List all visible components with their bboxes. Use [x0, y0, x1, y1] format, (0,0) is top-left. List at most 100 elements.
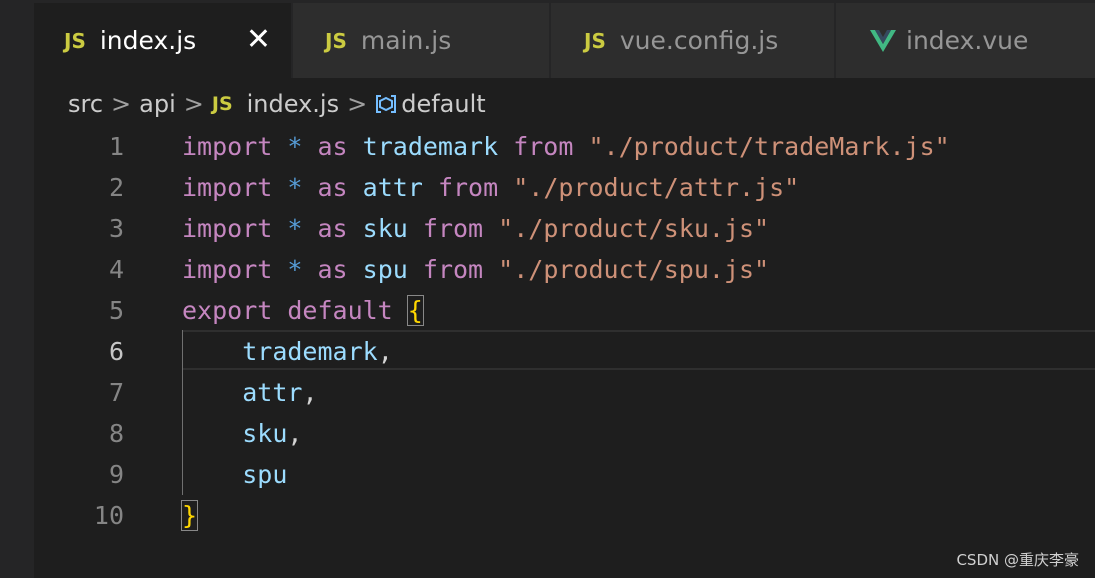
code-line[interactable]: 6 trademark,	[0, 331, 1095, 372]
js-file-icon: JS	[325, 28, 347, 53]
chevron-right-icon: >	[183, 90, 204, 118]
line-number: 5	[108, 296, 124, 325]
code-token: from	[422, 214, 484, 243]
breadcrumb: src > api > JS index.js > default	[68, 84, 486, 124]
line-number: 1	[108, 132, 124, 161]
code-token: as	[317, 214, 348, 243]
code-token: sku	[362, 214, 408, 243]
code-token: "./product/attr.js"	[513, 173, 800, 202]
code-token: from	[422, 255, 484, 284]
code-token: default	[287, 296, 393, 325]
code-token: trademark	[242, 337, 378, 366]
code-text: attr,	[182, 372, 318, 413]
breadcrumb-symbol[interactable]: default	[401, 90, 485, 118]
code-token: spu	[362, 255, 408, 284]
tab-label: index.vue	[906, 26, 1029, 55]
code-token: as	[317, 132, 348, 161]
code-text: sku,	[182, 413, 302, 454]
code-token: import	[182, 132, 273, 161]
code-token: trademark	[362, 132, 499, 161]
tab-label: index.js	[99, 26, 197, 55]
line-number: 2	[108, 173, 124, 202]
tab-bar: JS index.js ✕ JS main.js JS vue.config.j…	[34, 0, 1095, 78]
code-line[interactable]: 10}	[0, 495, 1095, 536]
code-text: }	[180, 495, 199, 536]
code-token: from	[437, 173, 499, 202]
code-token: as	[317, 173, 348, 202]
js-file-icon: JS	[211, 93, 233, 115]
code-token: *	[287, 214, 303, 243]
tab-main-js[interactable]: JS main.js	[293, 3, 549, 78]
code-token: attr	[362, 173, 423, 202]
breadcrumb-file[interactable]: index.js	[247, 90, 339, 118]
code-token: spu	[242, 460, 288, 489]
line-number: 8	[108, 419, 124, 448]
code-token: *	[287, 173, 303, 202]
code-token: import	[182, 173, 273, 202]
line-number: 3	[108, 214, 124, 243]
breadcrumb-api[interactable]: api	[139, 90, 176, 118]
code-token: as	[317, 255, 348, 284]
tab-label: vue.config.js	[619, 26, 779, 55]
code-token: ,	[302, 378, 318, 407]
code-line[interactable]: 1 import * as trademark from "./product/t…	[0, 126, 1095, 167]
code-token: {	[406, 295, 424, 326]
breadcrumb-src[interactable]: src	[68, 90, 103, 118]
chevron-right-icon: >	[347, 90, 368, 118]
code-text: export default {	[182, 290, 424, 331]
code-line[interactable]: 3 import * as sku from "./product/sku.js"	[0, 208, 1095, 249]
code-token: "./product/sku.js"	[498, 214, 770, 243]
line-number: 7	[108, 378, 124, 407]
code-token: from	[513, 132, 574, 161]
code-text: import * as spu from "./product/spu.js"	[182, 249, 769, 290]
code-token: import	[182, 255, 273, 284]
code-token: "./product/tradeMark.js"	[588, 132, 950, 161]
vue-icon	[870, 29, 896, 52]
code-token: import	[182, 214, 273, 243]
code-line[interactable]: 7 attr,	[0, 372, 1095, 413]
code-token: attr	[242, 378, 303, 407]
code-line[interactable]: 8 sku,	[0, 413, 1095, 454]
line-number: 10	[93, 501, 124, 530]
tab-index-js[interactable]: JS index.js ✕	[34, 3, 291, 78]
tab-index-vue[interactable]: index.vue	[836, 3, 1095, 78]
code-text: import * as attr from "./product/attr.js…	[182, 167, 799, 208]
chevron-right-icon: >	[111, 90, 132, 118]
close-icon[interactable]: ✕	[246, 25, 271, 55]
code-token: ,	[287, 419, 303, 448]
code-token: *	[287, 132, 303, 161]
code-line[interactable]: 2 import * as attr from "./product/attr.j…	[0, 167, 1095, 208]
js-file-icon: JS	[64, 28, 86, 53]
object-symbol-icon	[375, 94, 397, 114]
code-token: sku	[242, 419, 288, 448]
js-file-icon: JS	[584, 28, 606, 53]
code-token: export	[182, 296, 273, 325]
tab-vue-config-js[interactable]: JS vue.config.js	[551, 3, 834, 78]
code-line[interactable]: 9 spu	[0, 454, 1095, 495]
code-line[interactable]: 5 export default {	[0, 290, 1095, 331]
code-line[interactable]: 4 import * as spu from "./product/spu.js"	[0, 249, 1095, 290]
watermark: CSDN @重庆李豪	[956, 551, 1079, 569]
